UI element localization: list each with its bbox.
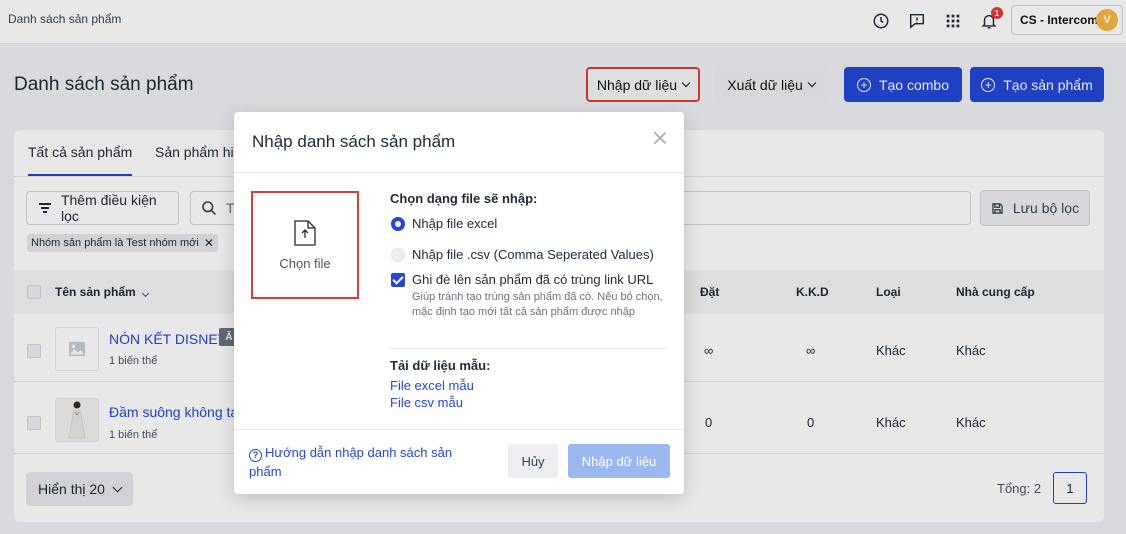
choose-file-button[interactable]: Chọn file bbox=[251, 191, 359, 299]
import-products-dialog: Nhập danh sách sản phẩm Chọn file Chọn d… bbox=[234, 112, 684, 494]
file-upload-icon bbox=[294, 219, 316, 246]
close-icon[interactable] bbox=[652, 130, 668, 146]
guide-link-label: Hướng dẫn nhập danh sách sản phẩm bbox=[249, 445, 453, 479]
dialog-footer-divider bbox=[234, 429, 684, 430]
dialog-title: Nhập danh sách sản phẩm bbox=[252, 132, 456, 151]
submit-import-button[interactable]: Nhập dữ liệu bbox=[568, 444, 670, 478]
sample-csv-link[interactable]: File csv mẫu bbox=[390, 395, 463, 410]
sample-heading: Tải dữ liệu mẫu: bbox=[390, 358, 491, 373]
file-type-heading: Chọn dạng file sẽ nhập: bbox=[390, 191, 538, 206]
overwrite-checkbox[interactable] bbox=[391, 273, 405, 287]
option-excel-label: Nhập file excel bbox=[412, 216, 498, 231]
import-guide-link[interactable]: ? Hướng dẫn nhập danh sách sản phẩm bbox=[249, 443, 484, 481]
overwrite-label: Ghi đè lên sản phẩm đã có trùng link URL bbox=[412, 272, 654, 287]
overwrite-hint: Giúp tránh tạo trùng sản phẩm đã có. Nếu… bbox=[412, 291, 663, 318]
radio-excel[interactable] bbox=[391, 217, 405, 231]
cancel-button[interactable]: Hủy bbox=[508, 444, 558, 478]
dialog-divider bbox=[234, 172, 684, 173]
option-csv-label: Nhập file .csv (Comma Seperated Values) bbox=[412, 247, 654, 262]
sample-excel-link[interactable]: File excel mẫu bbox=[390, 378, 474, 393]
section-divider bbox=[390, 348, 666, 349]
choose-file-label: Chọn file bbox=[279, 255, 331, 271]
radio-csv[interactable] bbox=[391, 248, 405, 262]
help-icon: ? bbox=[249, 449, 262, 462]
